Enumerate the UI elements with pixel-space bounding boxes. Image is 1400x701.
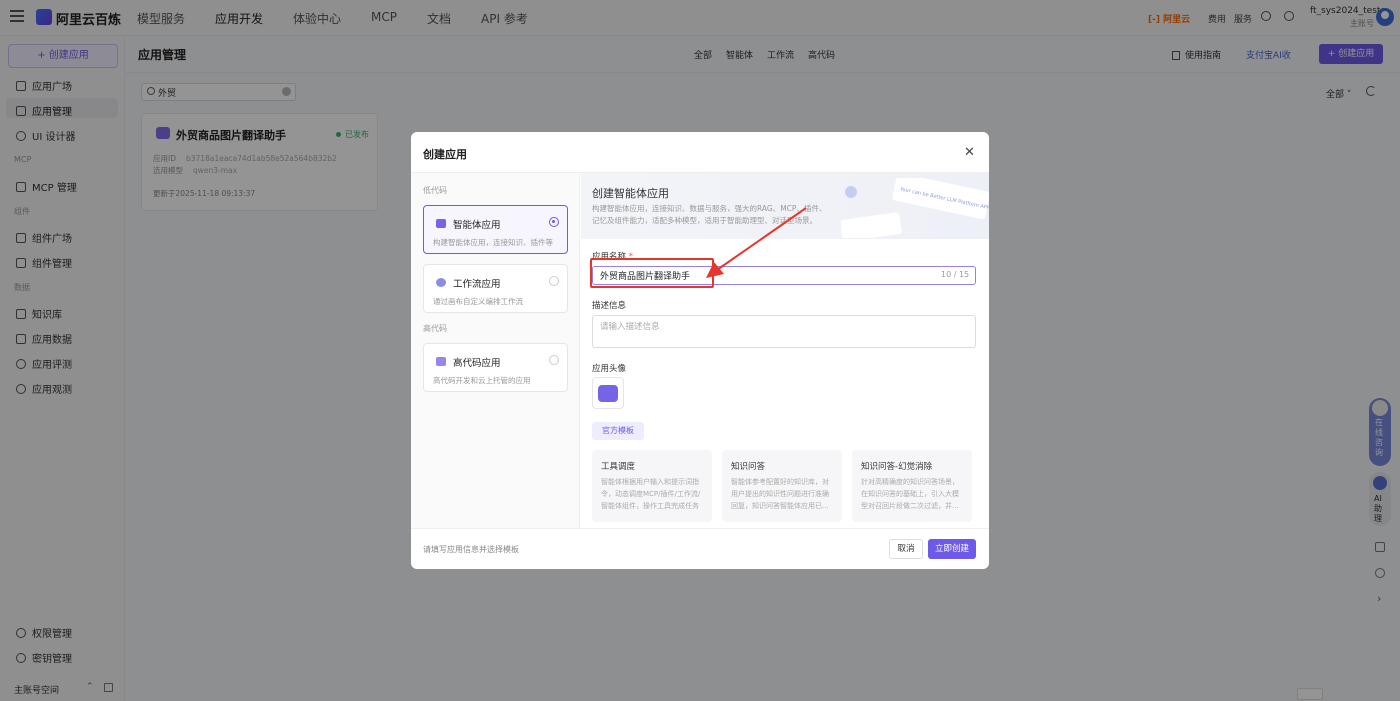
type-card-highcode[interactable]: 高代码应用 高代码开发和云上托管的应用 xyxy=(423,343,568,392)
agent-app-icon xyxy=(436,219,446,228)
annotation-highlight-box xyxy=(590,258,714,288)
avatar-label: 应用头像 xyxy=(592,364,627,374)
banner-title: 创建智能体应用 xyxy=(592,187,669,200)
template-title: 工具调度 xyxy=(601,462,636,472)
type-card-title: 智能体应用 xyxy=(453,220,501,231)
template-card-tool-dispatch[interactable]: 工具调度 智能体根据用户输入和提示词指令，动态调度MCP/插件/工作流/智能体组… xyxy=(592,450,712,522)
radio-unselected[interactable] xyxy=(549,276,559,286)
annotation-arrow-icon xyxy=(706,207,807,278)
section-high-code: 高代码 xyxy=(423,324,447,333)
agent-app-icon xyxy=(598,385,618,402)
type-card-desc: 构建智能体应用，连接知识、插件等 xyxy=(433,238,553,247)
cancel-button[interactable]: 取消 xyxy=(889,539,923,559)
type-card-desc: 通过画布自定义编排工作流 xyxy=(433,297,523,306)
create-now-button[interactable]: 立即创建 xyxy=(928,539,976,559)
create-app-dialog: 创建应用 ✕ 低代码 智能体应用 构建智能体应用，连接知识、插件等 工作流应用 … xyxy=(411,132,989,569)
official-template-tab[interactable]: 官方模板 xyxy=(592,422,644,440)
char-count: 10 / 15 xyxy=(941,270,970,279)
radio-selected[interactable] xyxy=(549,217,559,227)
template-desc: 智能体参考配置好的知识库，对用户提出的知识性问题进行准确回复，知识问答智能体应用… xyxy=(731,478,829,510)
type-card-workflow[interactable]: 工作流应用 通过画布自定义编排工作流 xyxy=(423,264,568,313)
type-card-agent[interactable]: 智能体应用 构建智能体应用，连接知识、插件等 xyxy=(423,205,568,254)
radio-unselected[interactable] xyxy=(549,355,559,365)
close-icon[interactable]: ✕ xyxy=(964,145,975,160)
divider xyxy=(411,528,989,529)
dialog-title: 创建应用 xyxy=(423,148,467,161)
footer-hint: 请填写应用信息并选择模板 xyxy=(423,545,519,554)
template-card-knowledge-qa[interactable]: 知识问答 智能体参考配置好的知识库，对用户提出的知识性问题进行准确回复，知识问答… xyxy=(722,450,842,522)
type-card-desc: 高代码开发和云上托管的应用 xyxy=(433,376,531,385)
workflow-icon xyxy=(436,278,446,287)
type-card-title: 工作流应用 xyxy=(453,279,501,290)
description-placeholder: 请输入描述信息 xyxy=(600,322,660,332)
type-card-title: 高代码应用 xyxy=(453,358,501,369)
banner-illustration: Your can be Better LLM Platform APP xyxy=(841,178,989,238)
desc-label: 描述信息 xyxy=(592,301,627,311)
template-desc: 智能体根据用户输入和提示词指令，动态调度MCP/插件/工作流/智能体组件，操作工… xyxy=(601,478,701,510)
template-title: 知识问答 xyxy=(731,462,766,472)
section-low-code: 低代码 xyxy=(423,186,447,195)
code-icon xyxy=(436,357,446,366)
template-title: 知识问答-幻觉消除 xyxy=(861,462,933,472)
template-card-hallucination[interactable]: 知识问答-幻觉消除 针对高精确度的知识问答场景，在知识问答的基础上，引入大模型对… xyxy=(852,450,972,522)
template-desc: 针对高精确度的知识问答场景，在知识问答的基础上，引入大模型对召回片段做二次过滤，… xyxy=(861,478,959,510)
